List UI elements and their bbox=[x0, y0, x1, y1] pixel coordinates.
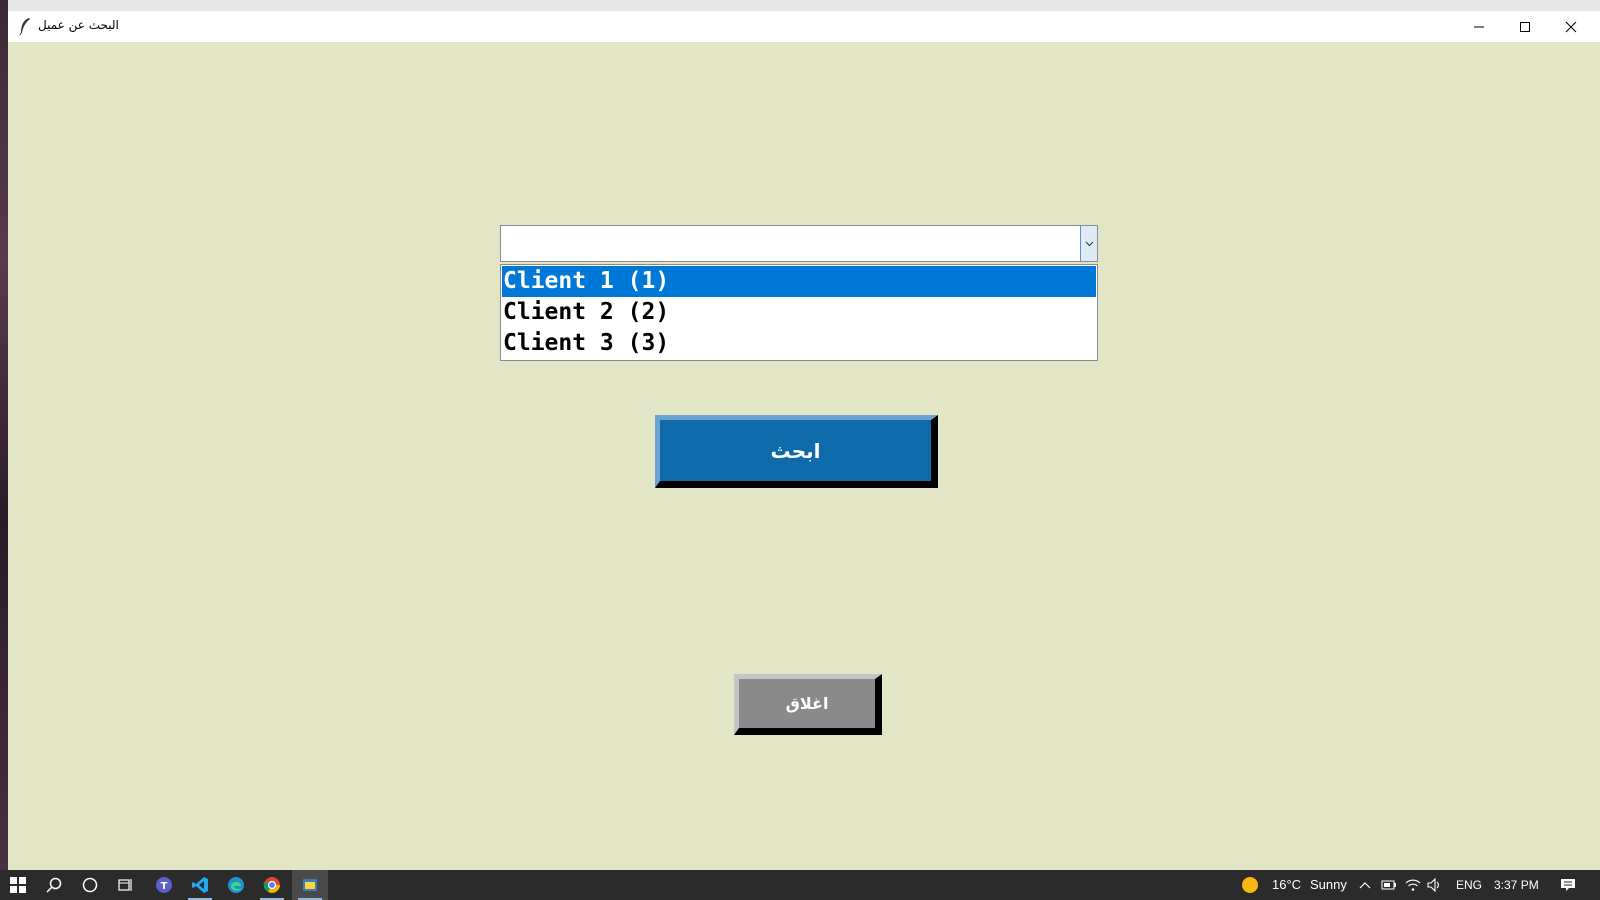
close-window-button[interactable] bbox=[1548, 11, 1594, 42]
weather-temperature[interactable]: 16°C bbox=[1272, 870, 1301, 900]
close-button[interactable]: اغلاق bbox=[734, 674, 882, 735]
close-icon bbox=[1565, 21, 1577, 32]
weather-condition[interactable]: Sunny bbox=[1310, 870, 1347, 900]
cortana-button[interactable] bbox=[72, 870, 108, 900]
start-button[interactable] bbox=[0, 870, 36, 900]
battery-button[interactable] bbox=[1380, 870, 1398, 900]
edge-icon bbox=[228, 877, 244, 893]
chrome-icon bbox=[263, 877, 280, 893]
taskbar-app-teams[interactable]: T bbox=[146, 870, 182, 900]
client-dropdown-list[interactable]: Client 1 (1) Client 2 (2) Client 3 (3) bbox=[500, 264, 1098, 361]
taskbar-search-button[interactable] bbox=[36, 870, 72, 900]
weather-widget[interactable] bbox=[1240, 870, 1260, 900]
svg-text:T: T bbox=[161, 881, 168, 892]
volume-button[interactable] bbox=[1426, 870, 1444, 900]
clock[interactable]: 3:37 PM bbox=[1494, 870, 1539, 900]
speaker-icon bbox=[1427, 878, 1439, 892]
maximize-button[interactable] bbox=[1502, 11, 1548, 42]
network-button[interactable] bbox=[1404, 870, 1422, 900]
windows-icon bbox=[10, 877, 26, 893]
search-icon bbox=[46, 877, 62, 893]
minimize-button[interactable] bbox=[1456, 11, 1502, 42]
title-bar[interactable]: البحث عن عميل bbox=[8, 11, 1600, 42]
notification-icon bbox=[1561, 879, 1575, 891]
taskbar-app-python[interactable] bbox=[292, 870, 328, 900]
maximize-icon bbox=[1520, 21, 1530, 32]
task-view-button[interactable] bbox=[108, 870, 144, 900]
taskbar-app-edge[interactable] bbox=[218, 870, 254, 900]
task-view-icon bbox=[118, 879, 132, 891]
wifi-icon bbox=[1405, 879, 1421, 891]
taskbar-app-chrome[interactable] bbox=[254, 870, 290, 900]
taskbar-app-vscode[interactable] bbox=[182, 870, 218, 900]
sun-icon bbox=[1242, 877, 1258, 893]
taskbar: T 16°C Sunny ENG 3:37 PM bbox=[0, 870, 1600, 900]
chevron-down-icon bbox=[1085, 241, 1093, 246]
minimize-icon bbox=[1474, 26, 1484, 27]
list-item[interactable]: Client 3 (3) bbox=[502, 328, 1096, 359]
feather-icon bbox=[19, 18, 30, 35]
notifications-button[interactable] bbox=[1556, 870, 1580, 900]
combobox-dropdown-button[interactable] bbox=[1080, 226, 1097, 261]
language-indicator[interactable]: ENG bbox=[1456, 870, 1482, 900]
cortana-icon bbox=[82, 877, 98, 893]
list-item[interactable]: Client 1 (1) bbox=[502, 266, 1096, 297]
search-button[interactable]: ابحث bbox=[655, 415, 938, 488]
desktop-background bbox=[0, 0, 8, 870]
teams-icon: T bbox=[156, 877, 172, 893]
client-combobox[interactable] bbox=[500, 225, 1098, 262]
vscode-icon bbox=[192, 877, 208, 893]
python-app-icon bbox=[303, 879, 317, 891]
show-hidden-icons-button[interactable] bbox=[1357, 870, 1373, 900]
list-item[interactable]: Client 2 (2) bbox=[502, 297, 1096, 328]
window-title: البحث عن عميل bbox=[38, 18, 119, 32]
chevron-up-icon bbox=[1359, 882, 1371, 889]
battery-icon bbox=[1381, 880, 1396, 890]
